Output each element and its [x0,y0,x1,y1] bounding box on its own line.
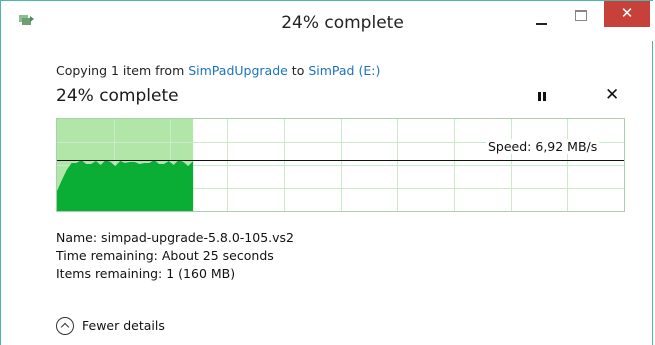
close-button[interactable]: ✕ [604,1,650,27]
speed-history-area [57,160,194,211]
details-panel: Name: simpad-upgrade-5.8.0-105.vs2 Time … [56,229,294,283]
pause-button[interactable] [535,90,549,104]
copy-prefix: Copying 1 item from [56,63,189,78]
minimize-button[interactable] [526,9,556,31]
destination-link[interactable]: SimPad (E:) [308,63,380,78]
copy-description: Copying 1 item from SimPadUpgrade to Sim… [56,63,380,78]
maximize-button[interactable] [566,7,596,29]
speed-graph-svg [57,119,624,211]
chevron-up-icon [56,317,74,335]
source-link[interactable]: SimPadUpgrade [188,63,288,78]
cancel-icon: ✕ [605,85,620,105]
transfer-speed-graph [56,118,625,212]
file-name: Name: simpad-upgrade-5.8.0-105.vs2 [56,230,295,245]
window-title: 24% complete [281,13,404,33]
file-copy-dialog: 24% complete ✕ Copying 1 item from SimPa… [0,0,654,345]
items-remaining: Items remaining: 1 (160 MB) [56,266,236,281]
percent-complete: 24% complete [56,86,179,106]
fewer-details-label: Fewer details [82,318,165,333]
copy-middle: to [287,63,309,78]
close-icon: ✕ [620,4,634,22]
title-bar: 24% complete ✕ [1,1,654,41]
cancel-button[interactable]: ✕ [605,85,619,105]
speed-label: Speed: 6,92 MB/s [486,139,600,154]
time-remaining: Time remaining: About 25 seconds [56,248,274,263]
